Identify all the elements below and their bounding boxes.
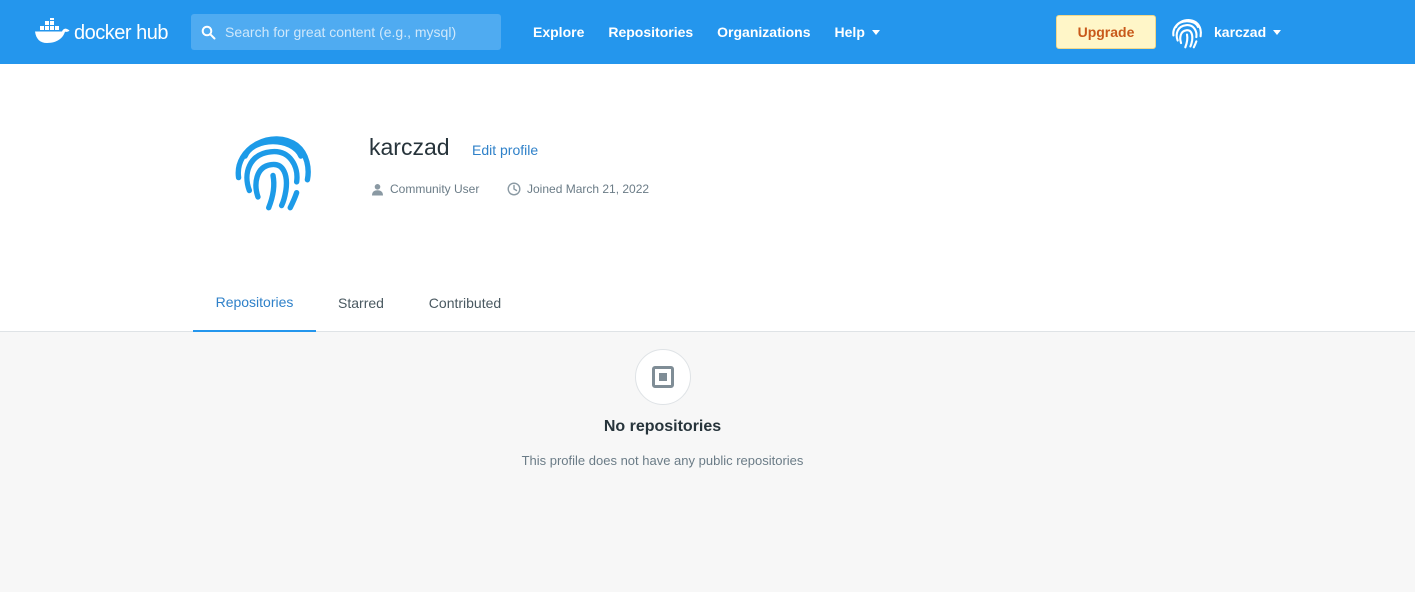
upgrade-button[interactable]: Upgrade xyxy=(1056,15,1156,49)
fingerprint-icon xyxy=(1172,19,1202,49)
empty-state-title: No repositories xyxy=(603,418,722,435)
nav-explore[interactable]: Explore xyxy=(521,24,596,40)
tab-starred[interactable]: Starred xyxy=(316,274,406,332)
profile-joined: Joined March 21, 2022 xyxy=(507,182,649,196)
chevron-down-icon xyxy=(1273,29,1282,35)
profile-role-text: Community User xyxy=(390,182,480,196)
empty-state-description: This profile does not have any public re… xyxy=(521,453,804,468)
user-icon xyxy=(372,183,383,195)
tab-repositories[interactable]: Repositories xyxy=(193,274,316,332)
repository-box-icon xyxy=(652,366,674,388)
main-nav: Explore Repositories Organizations Help xyxy=(521,0,892,64)
nav-organizations[interactable]: Organizations xyxy=(705,24,822,40)
nav-help-dropdown[interactable]: Help xyxy=(823,24,892,40)
docker-whale-icon xyxy=(35,18,70,43)
profile-tabs: Repositories Starred Contributed xyxy=(193,274,524,332)
clock-icon xyxy=(507,182,521,196)
profile-role: Community User xyxy=(371,182,479,196)
profile-username: karczad xyxy=(369,134,450,160)
docker-hub-logo[interactable]: docker hub xyxy=(34,14,168,50)
profile-header: karczad Edit profile Community User Join… xyxy=(0,64,1415,332)
search-box[interactable] xyxy=(191,14,501,50)
top-navigation-bar: docker hub Explore Repositories Organiza… xyxy=(0,0,1415,64)
nav-repositories[interactable]: Repositories xyxy=(596,24,705,40)
empty-state-icon-wrapper xyxy=(635,349,691,405)
search-icon xyxy=(201,25,216,39)
tab-contributed[interactable]: Contributed xyxy=(406,274,524,332)
logo-text: docker hub xyxy=(74,21,168,44)
profile-joined-text: Joined March 21, 2022 xyxy=(527,182,650,196)
fingerprint-icon xyxy=(235,136,311,211)
chevron-down-icon xyxy=(871,29,880,35)
search-input[interactable] xyxy=(225,24,495,40)
edit-profile-link[interactable]: Edit profile xyxy=(472,142,538,158)
user-name: karczad xyxy=(1214,24,1267,40)
user-menu-dropdown[interactable]: karczad xyxy=(1170,14,1282,50)
